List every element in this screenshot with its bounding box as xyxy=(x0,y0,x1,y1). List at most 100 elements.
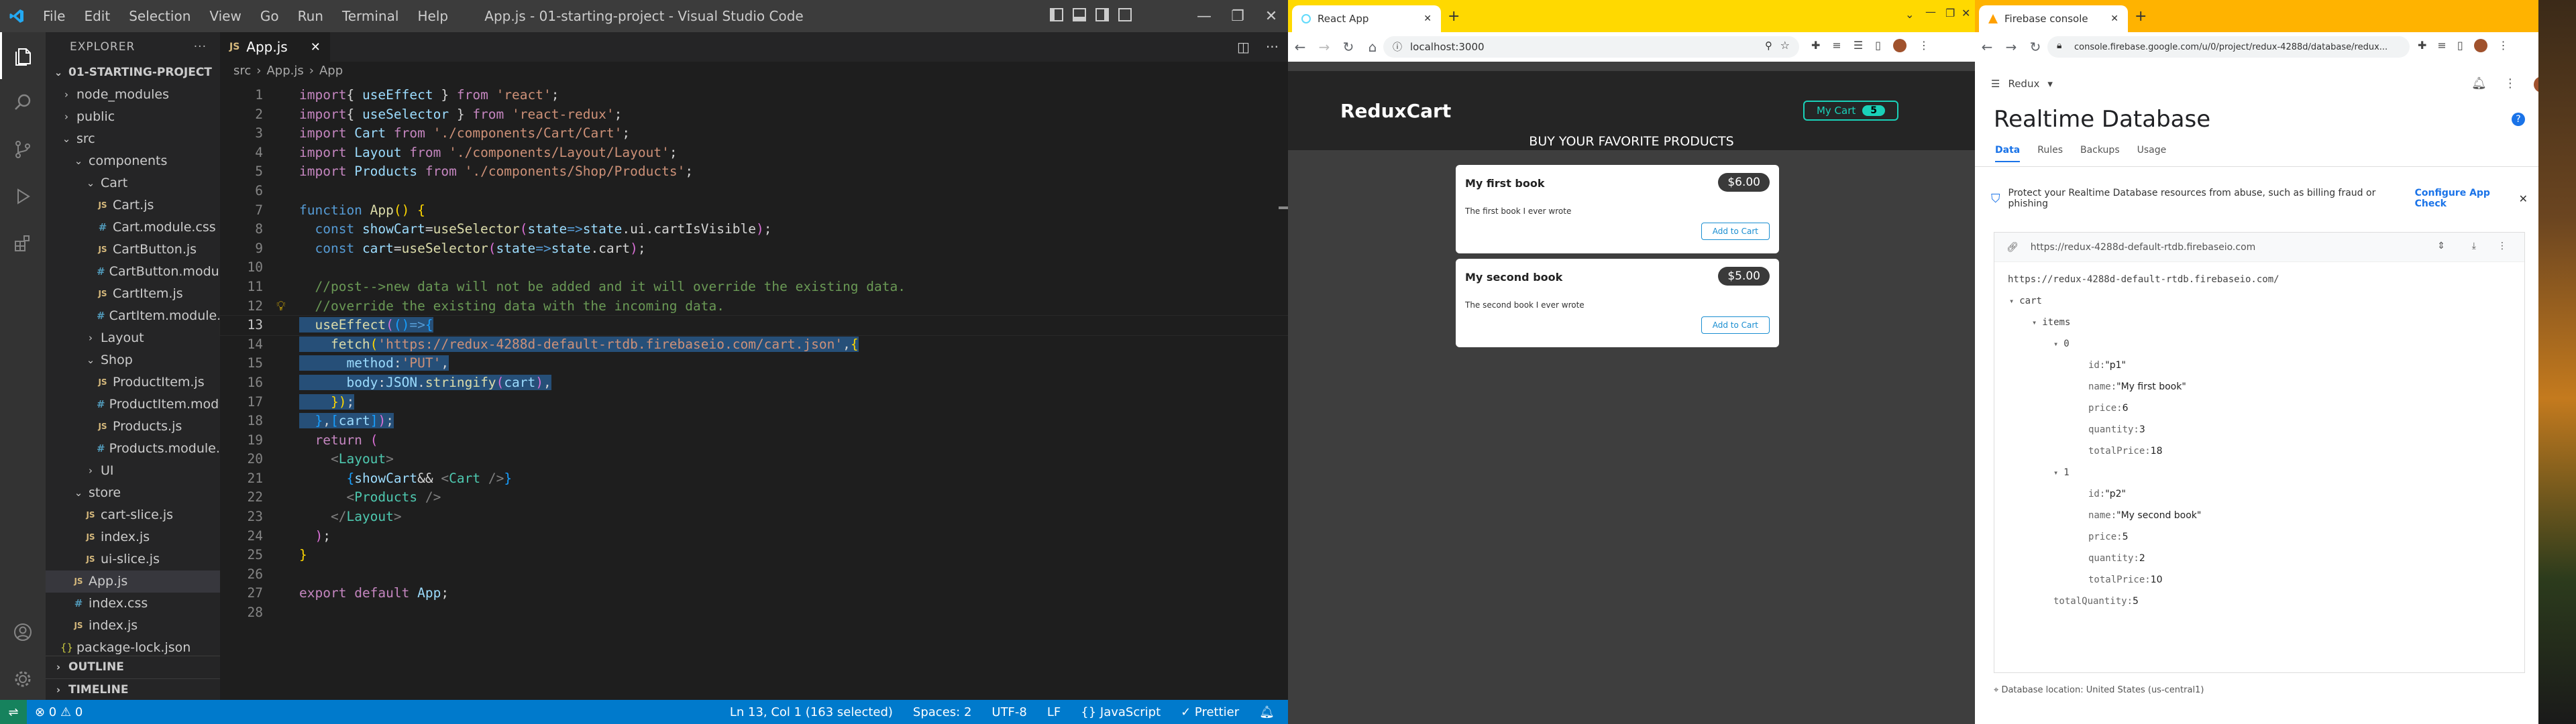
menu-go[interactable]: Go xyxy=(251,0,288,32)
my-cart-button[interactable]: My Cart 5 xyxy=(1803,101,1898,121)
folder-item[interactable]: › Layout xyxy=(46,327,220,349)
editor-more-icon[interactable]: ··· xyxy=(1266,39,1279,55)
menu-file[interactable]: File xyxy=(34,0,74,32)
add-to-cart-button[interactable]: Add to Cart xyxy=(1701,223,1770,240)
expand-arrow-icon[interactable]: ▾ xyxy=(2053,468,2058,477)
code-editor[interactable]: 1 import{ useEffect } from 'react'; 2 impor… xyxy=(219,86,1288,623)
toggle-secondary-sidebar-icon[interactable] xyxy=(1095,8,1109,21)
address-bar[interactable]: ⓘ localhost:3000 ⚲ ☆ xyxy=(1383,36,1799,58)
file-item[interactable]: # Products.module.... xyxy=(46,438,232,460)
file-item[interactable]: JS index.js xyxy=(46,526,220,548)
file-item[interactable]: JS Cart.js xyxy=(46,194,220,217)
db-node[interactable]: id: "p2" xyxy=(2088,489,2126,499)
apps-menu-icon[interactable]: ⋮ xyxy=(2504,76,2516,93)
file-item[interactable]: JS ProductItem.js xyxy=(46,371,220,394)
menu-terminal[interactable]: Terminal xyxy=(333,0,409,32)
db-tab-usage[interactable]: Usage xyxy=(2137,145,2167,162)
forward-icon[interactable]: → xyxy=(1312,32,1336,62)
db-node[interactable]: id: "p1" xyxy=(2088,360,2126,371)
customize-layout-icon[interactable] xyxy=(1118,8,1132,21)
settings-gear-icon[interactable] xyxy=(0,656,46,703)
file-item[interactable]: # ProductItem.mod... xyxy=(46,394,231,416)
status-item[interactable]: UTF-8 xyxy=(991,705,1026,719)
more-options-icon[interactable]: ⋮ xyxy=(2498,241,2507,251)
folder-item[interactable]: › node_modules xyxy=(46,84,220,106)
new-tab-icon[interactable]: + xyxy=(2135,8,2147,25)
expand-icon[interactable]: ⇕ xyxy=(2437,241,2445,251)
file-item[interactable]: # CartButton.modu... xyxy=(46,261,231,283)
db-tab-data[interactable]: Data xyxy=(1995,145,2021,162)
folder-item[interactable]: › UI xyxy=(46,460,220,482)
minimize-button[interactable]: — xyxy=(1925,5,1936,18)
reading-list-icon[interactable]: ≡ xyxy=(1832,39,1841,52)
tab-react-app[interactable]: React App ✕ xyxy=(1292,5,1441,32)
account-icon[interactable] xyxy=(0,609,46,656)
zoom-icon[interactable]: ⚲ xyxy=(1765,40,1772,52)
tab-firebase-console[interactable]: Firebase console ✕ xyxy=(1979,5,2128,32)
problems-count[interactable]: ⊗ 0 ⚠ 0 xyxy=(35,705,83,719)
collapse-icon[interactable]: ⤓ xyxy=(2472,241,2476,251)
db-node[interactable]: ▾ 0 xyxy=(2053,339,2070,349)
search-icon[interactable] xyxy=(0,79,46,126)
menu-dots-icon[interactable]: ⋮ xyxy=(2498,39,2509,52)
menu-dots-icon[interactable]: ⋮ xyxy=(1919,39,1929,52)
minimize-button[interactable]: — xyxy=(1187,0,1221,32)
reading-list-icon[interactable]: ≡ xyxy=(2437,39,2446,52)
notifications-bell-icon[interactable]: 🔔︎ xyxy=(2471,76,2487,93)
status-item[interactable]: Spaces: 2 xyxy=(913,705,971,719)
toggle-panel-icon[interactable] xyxy=(1073,8,1086,21)
configure-app-check-link[interactable]: Configure App Check xyxy=(2415,188,2519,209)
db-node[interactable]: name: "My second book" xyxy=(2088,510,2201,521)
folder-item[interactable]: › public xyxy=(46,106,220,128)
file-item[interactable]: # CartItem.module.... xyxy=(46,305,233,327)
side-panel-icon[interactable]: ▯ xyxy=(2457,39,2463,52)
menu-run[interactable]: Run xyxy=(288,0,333,32)
status-item[interactable]: {} JavaScript xyxy=(1081,705,1161,719)
file-item[interactable]: JS index.js xyxy=(46,615,220,637)
file-item[interactable]: JS CartButton.js xyxy=(46,239,220,261)
more-actions-icon[interactable]: ··· xyxy=(194,32,207,62)
bookmark-star-icon[interactable]: ☆ xyxy=(1780,39,1790,52)
menu-view[interactable]: View xyxy=(200,0,250,32)
db-node[interactable]: totalPrice: 18 xyxy=(2088,446,2163,457)
db-node[interactable]: quantity: 3 xyxy=(2088,424,2145,435)
db-url[interactable]: https://redux-4288d-default-rtdb.firebas… xyxy=(2031,242,2256,253)
db-node[interactable]: totalPrice: 10 xyxy=(2088,575,2163,585)
db-node[interactable]: price: 6 xyxy=(2088,403,2129,414)
remote-icon[interactable]: ⇌ xyxy=(0,700,27,724)
close-tab-icon[interactable]: ✕ xyxy=(1424,13,1432,24)
add-to-cart-button[interactable]: Add to Cart xyxy=(1701,316,1770,334)
status-item[interactable]: ✓ Prettier xyxy=(1181,705,1239,719)
expand-arrow-icon[interactable]: ▾ xyxy=(2053,339,2058,349)
file-item[interactable]: JS App.js xyxy=(46,570,220,593)
forward-icon[interactable]: → xyxy=(1999,32,2023,62)
lightbulb-icon[interactable]: 💡︎ xyxy=(276,297,286,316)
file-item[interactable]: # index.css xyxy=(46,593,220,615)
db-root-url[interactable]: https://redux-4288d-default-rtdb.firebas… xyxy=(2008,274,2279,285)
reload-icon[interactable]: ↻ xyxy=(2023,32,2047,62)
project-selector[interactable]: Redux xyxy=(2008,78,2039,90)
restore-button[interactable]: ❐ xyxy=(1221,0,1254,32)
db-tab-backups[interactable]: Backups xyxy=(2080,145,2120,162)
source-control-icon[interactable] xyxy=(0,126,46,173)
file-item[interactable]: # Cart.module.css xyxy=(46,217,220,239)
close-window-button[interactable]: ✕ xyxy=(1962,7,1970,19)
hamburger-menu-icon[interactable]: ☰ xyxy=(1991,78,2000,90)
extensions-puzzle-icon[interactable]: ✚ xyxy=(2418,39,2426,52)
reload-icon[interactable]: ↻ xyxy=(1336,32,1360,62)
explorer-icon[interactable] xyxy=(0,32,46,79)
toggle-sidebar-icon[interactable] xyxy=(1050,8,1063,21)
run-debug-icon[interactable] xyxy=(0,173,46,220)
split-editor-icon[interactable]: ◫ xyxy=(1237,39,1250,55)
back-icon[interactable]: ← xyxy=(1288,32,1312,62)
extensions-icon[interactable] xyxy=(0,220,46,267)
outline-section[interactable]: › OUTLINE xyxy=(46,656,220,678)
menu-help[interactable]: Help xyxy=(408,0,458,32)
breadcrumb-item[interactable]: src xyxy=(233,64,251,78)
db-node[interactable]: price: 5 xyxy=(2088,532,2129,542)
folder-item[interactable]: ⌄ src xyxy=(46,128,220,150)
folder-item[interactable]: ⌄ Cart xyxy=(46,172,220,194)
extensions-puzzle-icon[interactable]: ✚ xyxy=(1811,39,1820,52)
close-tab-icon[interactable]: ✕ xyxy=(2110,13,2118,24)
db-tab-rules[interactable]: Rules xyxy=(2037,145,2063,162)
